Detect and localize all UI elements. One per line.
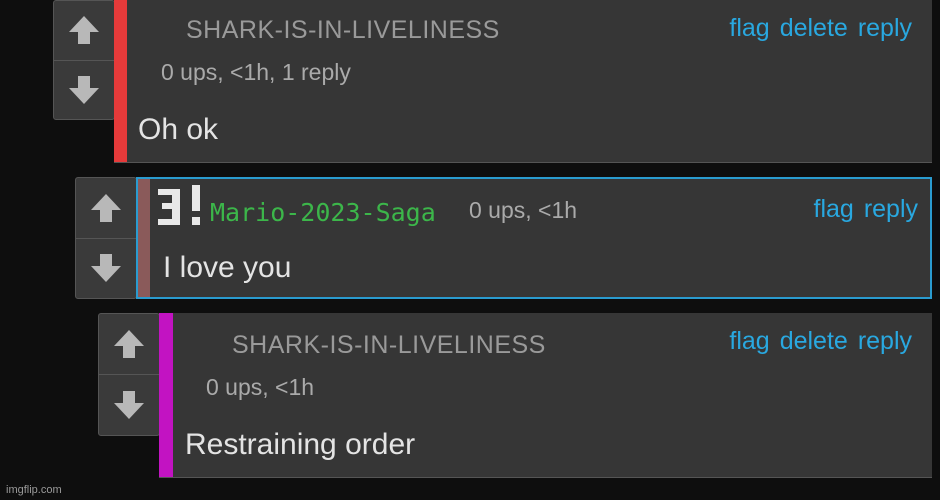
comment-actions: flag delete reply	[729, 14, 912, 43]
comment-actions: flag reply	[814, 195, 919, 224]
upvote-button[interactable]	[76, 178, 136, 238]
comment-meta: 0 ups, <1h	[206, 374, 315, 400]
vote-box-1	[53, 0, 115, 120]
flag-link[interactable]: flag	[814, 195, 854, 224]
upvote-button[interactable]	[99, 314, 159, 374]
down-arrow-icon	[114, 391, 144, 419]
comment-meta: 0 ups, <1h	[469, 197, 578, 223]
watermark: imgflip.com	[6, 484, 62, 496]
delete-link[interactable]: delete	[780, 327, 848, 356]
comment-text: I love you	[163, 251, 292, 284]
pixel-3-exclamation-icon	[158, 185, 200, 225]
comment-text: Oh ok	[138, 113, 219, 146]
username-link[interactable]: Mario-2023-Saga	[210, 198, 436, 227]
up-arrow-icon	[114, 330, 144, 358]
user-badge	[156, 185, 206, 231]
comment-actions: flag delete reply	[729, 327, 912, 356]
up-arrow-icon	[91, 193, 121, 222]
comment-stripe	[159, 313, 173, 477]
downvote-button[interactable]	[76, 237, 136, 299]
vote-box-3	[98, 313, 160, 436]
username-link[interactable]: SHARK-IS-IN-LIVELINESS	[232, 331, 546, 360]
down-arrow-icon	[91, 254, 121, 283]
downvote-button[interactable]	[54, 59, 114, 120]
vote-box-2	[75, 177, 137, 299]
down-arrow-icon	[69, 75, 99, 104]
reply-link[interactable]: reply	[858, 327, 912, 356]
comment-1: SHARK-IS-IN-LIVELINESS 0 ups, <1h, 1 rep…	[114, 0, 932, 163]
comment-stripe	[138, 179, 150, 297]
up-arrow-icon	[69, 16, 99, 45]
username-link[interactable]: SHARK-IS-IN-LIVELINESS	[186, 16, 500, 45]
comment-2: Mario-2023-Saga 0 ups, <1h I love you fl…	[136, 177, 932, 299]
reply-link[interactable]: reply	[864, 195, 918, 224]
upvote-button[interactable]	[54, 1, 114, 60]
downvote-button[interactable]	[99, 374, 159, 435]
comment-3: SHARK-IS-IN-LIVELINESS 0 ups, <1h Restra…	[159, 313, 932, 478]
comment-text: Restraining order	[185, 428, 416, 461]
flag-link[interactable]: flag	[729, 327, 769, 356]
delete-link[interactable]: delete	[780, 14, 848, 43]
comment-meta: 0 ups, <1h, 1 reply	[161, 59, 351, 85]
flag-link[interactable]: flag	[729, 14, 769, 43]
comment-stripe	[114, 0, 127, 162]
reply-link[interactable]: reply	[858, 14, 912, 43]
